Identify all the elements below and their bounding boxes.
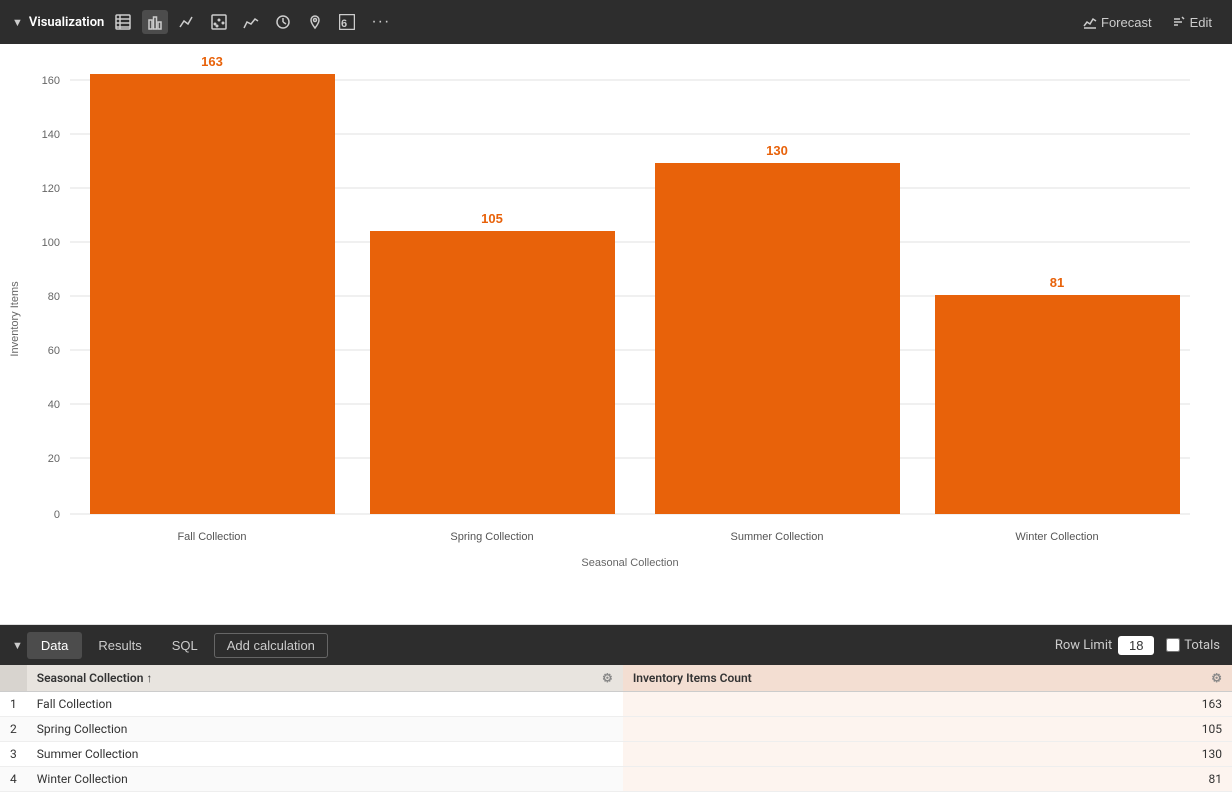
table-row: 3 Summer Collection 130 [0, 742, 1232, 767]
bar-fall[interactable] [90, 74, 335, 514]
svg-text:105: 105 [481, 211, 503, 226]
svg-text:80: 80 [48, 291, 60, 303]
map-icon-btn[interactable] [302, 10, 328, 34]
svg-text:40: 40 [48, 399, 60, 411]
bar-chart-icon-btn[interactable] [142, 10, 168, 34]
table-row: 4 Winter Collection 81 [0, 767, 1232, 792]
totals-area: Totals [1166, 638, 1220, 653]
col1-header[interactable]: Seasonal Collection ↑ ⚙ [27, 665, 623, 692]
totals-checkbox[interactable] [1166, 638, 1180, 652]
svg-text:140: 140 [42, 129, 60, 141]
line-chart-icon-btn[interactable] [174, 10, 200, 34]
row-num-3: 3 [0, 742, 27, 767]
row-3-col1: Summer Collection [27, 742, 623, 767]
tab-results[interactable]: Results [84, 632, 155, 659]
row-num-2: 2 [0, 717, 27, 742]
bar-winter[interactable] [935, 295, 1180, 514]
svg-text:120: 120 [42, 183, 60, 195]
totals-label: Totals [1184, 638, 1220, 653]
scatter-icon-btn[interactable] [206, 10, 232, 34]
svg-text:Summer Collection: Summer Collection [731, 531, 824, 543]
svg-text:Inventory Items: Inventory Items [9, 281, 21, 357]
visualization-title: Visualization [29, 15, 104, 30]
row-1-col2: 163 [623, 692, 1232, 717]
bottom-panel: ▼ Data Results SQL Add calculation Row L… [0, 624, 1232, 792]
chart-area: Inventory Items 0 20 40 60 80 100 120 14… [0, 44, 1232, 624]
row-4-col2: 81 [623, 767, 1232, 792]
svg-text:60: 60 [48, 345, 60, 357]
timeline-icon-btn[interactable] [270, 10, 296, 34]
svg-text:20: 20 [48, 453, 60, 465]
row-limit-input[interactable]: 18 [1118, 636, 1154, 655]
col2-gear-icon[interactable]: ⚙ [1211, 671, 1222, 685]
number-icon-btn[interactable]: 6 [334, 10, 360, 34]
row-limit-area: Row Limit 18 [1055, 636, 1154, 655]
svg-text:Winter Collection: Winter Collection [1015, 531, 1098, 543]
bottom-toolbar: ▼ Data Results SQL Add calculation Row L… [0, 625, 1232, 665]
row-num-header [0, 665, 27, 692]
table-row: 1 Fall Collection 163 [0, 692, 1232, 717]
more-options-btn[interactable]: ··· [366, 9, 395, 35]
row-2-col2: 105 [623, 717, 1232, 742]
table-row: 2 Spring Collection 105 [0, 717, 1232, 742]
svg-text:130: 130 [766, 143, 788, 158]
top-toolbar: ▼ Visualization 6 ··· [0, 0, 1232, 44]
row-1-col1: Fall Collection [27, 692, 623, 717]
row-num-1: 1 [0, 692, 27, 717]
svg-text:Spring Collection: Spring Collection [450, 531, 533, 543]
toolbar-left: ▼ Visualization 6 ··· [12, 9, 1067, 35]
chevron-down-icon[interactable]: ▼ [12, 16, 23, 29]
svg-text:6: 6 [341, 18, 347, 30]
svg-text:0: 0 [54, 509, 60, 521]
forecast-button[interactable]: Forecast [1075, 11, 1160, 34]
add-calculation-button[interactable]: Add calculation [214, 633, 328, 658]
tab-sql[interactable]: SQL [158, 632, 212, 659]
svg-text:100: 100 [42, 237, 60, 249]
svg-text:Fall Collection: Fall Collection [177, 531, 246, 543]
row-4-col1: Winter Collection [27, 767, 623, 792]
data-tab-chevron[interactable]: ▼ [12, 639, 23, 652]
col2-header[interactable]: Inventory Items Count ⚙ [623, 665, 1232, 692]
col1-gear-icon[interactable]: ⚙ [602, 671, 613, 685]
edit-button[interactable]: Edit [1164, 11, 1220, 34]
bar-spring[interactable] [370, 231, 615, 514]
bar-summer[interactable] [655, 163, 900, 514]
data-table: Seasonal Collection ↑ ⚙ Inventory Items … [0, 665, 1232, 792]
area-chart-icon-btn[interactable] [238, 10, 264, 34]
table-icon-btn[interactable] [110, 10, 136, 34]
svg-text:163: 163 [201, 54, 223, 69]
svg-text:81: 81 [1050, 275, 1064, 290]
svg-text:160: 160 [42, 75, 60, 87]
row-2-col1: Spring Collection [27, 717, 623, 742]
row-num-4: 4 [0, 767, 27, 792]
row-limit-label: Row Limit [1055, 638, 1112, 653]
toolbar-right: Forecast Edit [1075, 11, 1220, 34]
tab-data[interactable]: Data [27, 632, 82, 659]
svg-text:Seasonal Collection: Seasonal Collection [581, 557, 678, 569]
row-3-col2: 130 [623, 742, 1232, 767]
